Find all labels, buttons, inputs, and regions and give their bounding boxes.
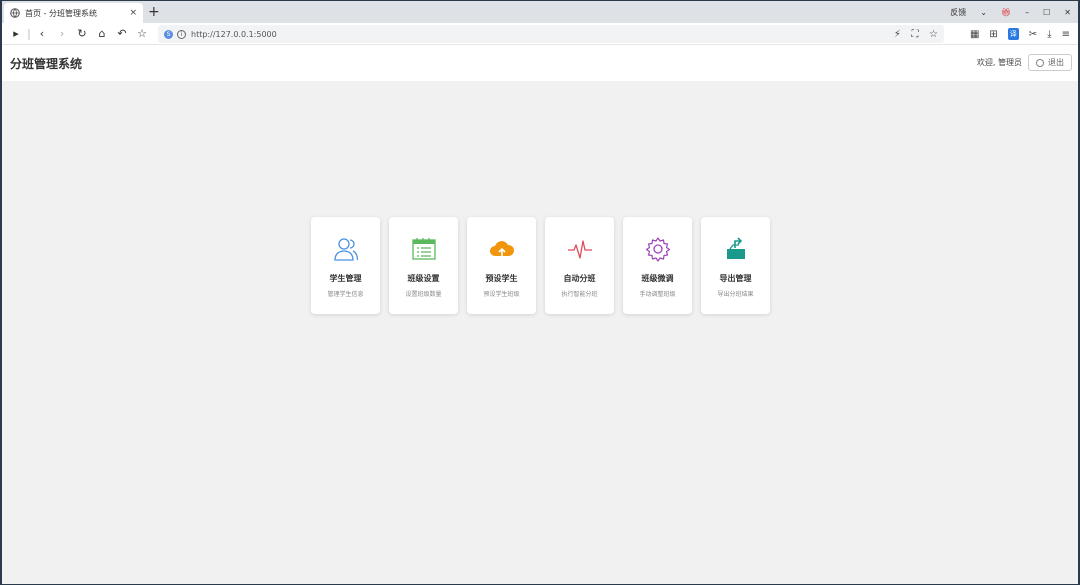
card-export-management[interactable]: 导出管理 导出分班结果 [701,217,770,314]
card-subtitle: 导出分班结果 [717,291,754,298]
card-title: 预设学生 [485,274,518,283]
logout-label: 退出 [1048,58,1064,67]
card-class-settings[interactable]: 班级设置 设置班级数量 [389,217,458,314]
card-subtitle: 设置班级数量 [405,291,442,298]
logout-button[interactable]: 退出 [1028,54,1072,71]
address-bar[interactable]: S i http://127.0.0.1:5000 ⚡ ⛶ ☆ [158,25,944,43]
calendar-icon [411,238,436,260]
home-icon[interactable]: ⌂ [92,27,112,40]
minimize-icon[interactable]: – [1018,8,1036,17]
globe-icon [10,8,20,18]
card-preset-students[interactable]: 预设学生 预设学生班级 [467,217,536,314]
sidebar-toggle-icon[interactable]: ▸ [6,27,26,40]
card-subtitle: 预设学生班级 [483,291,520,298]
translate-icon[interactable]: 译 [1007,28,1019,40]
nav-buttons: ▸ | ‹ › ↻ ⌂ ↶ ☆ [2,27,152,40]
main-content: 学生管理 管理学生信息 班级设置 设置班级数量 预设学生 预设学生班级 自动分班… [2,81,1078,584]
tab-home[interactable]: 首页 - 分班管理系统 × [4,3,143,23]
page-title: 分班管理系统 [10,56,83,71]
pulse-icon [567,240,592,259]
maximize-icon[interactable]: ☐ [1036,8,1057,17]
close-tab-icon[interactable]: × [129,8,137,18]
card-student-management[interactable]: 学生管理 管理学生信息 [311,217,380,314]
browser-toolbar: ▸ | ‹ › ↻ ⌂ ↶ ☆ S i http://127.0.0.1:500… [2,23,1078,45]
undo-icon[interactable]: ↶ [112,27,132,40]
user-box: 欢迎, 管理员 退出 [977,54,1072,71]
feedback-button[interactable]: 反馈 [943,7,973,18]
scissors-icon[interactable]: ✂ [1029,29,1037,40]
lightning-icon[interactable]: ⚡ [894,29,901,40]
users-icon [333,238,358,261]
card-auto-assign[interactable]: 自动分班 执行智能分班 [545,217,614,314]
tab-title: 首页 - 分班管理系统 [25,8,97,18]
card-subtitle: 手动调整班级 [639,291,676,298]
shield-icon: S [164,29,173,39]
browser-window: 首页 - 分班管理系统 × + 反馈 ⌄ 🎁︎ – ☐ ✕ ▸ | ‹ › ↻ … [2,1,1078,584]
screenshot-icon[interactable]: ⛶ [911,29,918,40]
power-icon [1036,58,1044,67]
window-controls: 反馈 ⌄ 🎁︎ – ☐ ✕ [943,1,1078,23]
info-icon[interactable]: i [177,29,186,39]
back-icon[interactable]: ‹ [32,27,52,40]
extension-tools: ▦ ⊞ 译 ✂ ⤓ ≡ [960,23,1070,45]
feature-cards: 学生管理 管理学生信息 班级设置 设置班级数量 预设学生 预设学生班级 自动分班… [311,217,770,314]
address-tools: ⚡ ⛶ ☆ [886,29,938,40]
welcome-text: 欢迎, 管理员 [976,58,1022,67]
new-tab-button[interactable]: + [148,4,160,20]
star-icon[interactable]: ☆ [929,29,938,40]
card-class-adjust[interactable]: 班级微调 手动调整班级 [623,217,692,314]
card-title: 学生管理 [329,274,362,283]
tab-strip: 首页 - 分班管理系统 × + 反馈 ⌄ 🎁︎ – ☐ ✕ [2,1,1078,23]
store-icon[interactable]: ▦ [970,29,979,40]
card-title: 自动分班 [563,274,596,283]
card-subtitle: 管理学生信息 [327,291,364,298]
menu-icon[interactable]: ≡ [1062,29,1070,40]
card-title: 班级设置 [407,274,440,283]
download-icon[interactable]: ⤓ [1047,29,1051,40]
close-window-icon[interactable]: ✕ [1057,8,1078,17]
bookmarks-icon[interactable]: ☆ [132,27,152,40]
app-header: 分班管理系统 欢迎, 管理员 退出 [2,45,1078,81]
reload-icon[interactable]: ↻ [72,27,92,40]
chevron-down-icon[interactable]: ⌄ [973,8,994,17]
card-title: 导出管理 [719,274,752,283]
card-subtitle: 执行智能分班 [561,291,598,298]
cloud-upload-icon [489,241,514,257]
export-icon [726,237,745,259]
card-title: 班级微调 [641,274,674,283]
gift-icon[interactable]: 🎁︎ [994,8,1018,17]
gear-icon [645,237,670,262]
forward-icon[interactable]: › [52,27,72,40]
url-text[interactable]: http://127.0.0.1:5000 [191,30,886,39]
grid-icon[interactable]: ⊞ [989,29,997,40]
